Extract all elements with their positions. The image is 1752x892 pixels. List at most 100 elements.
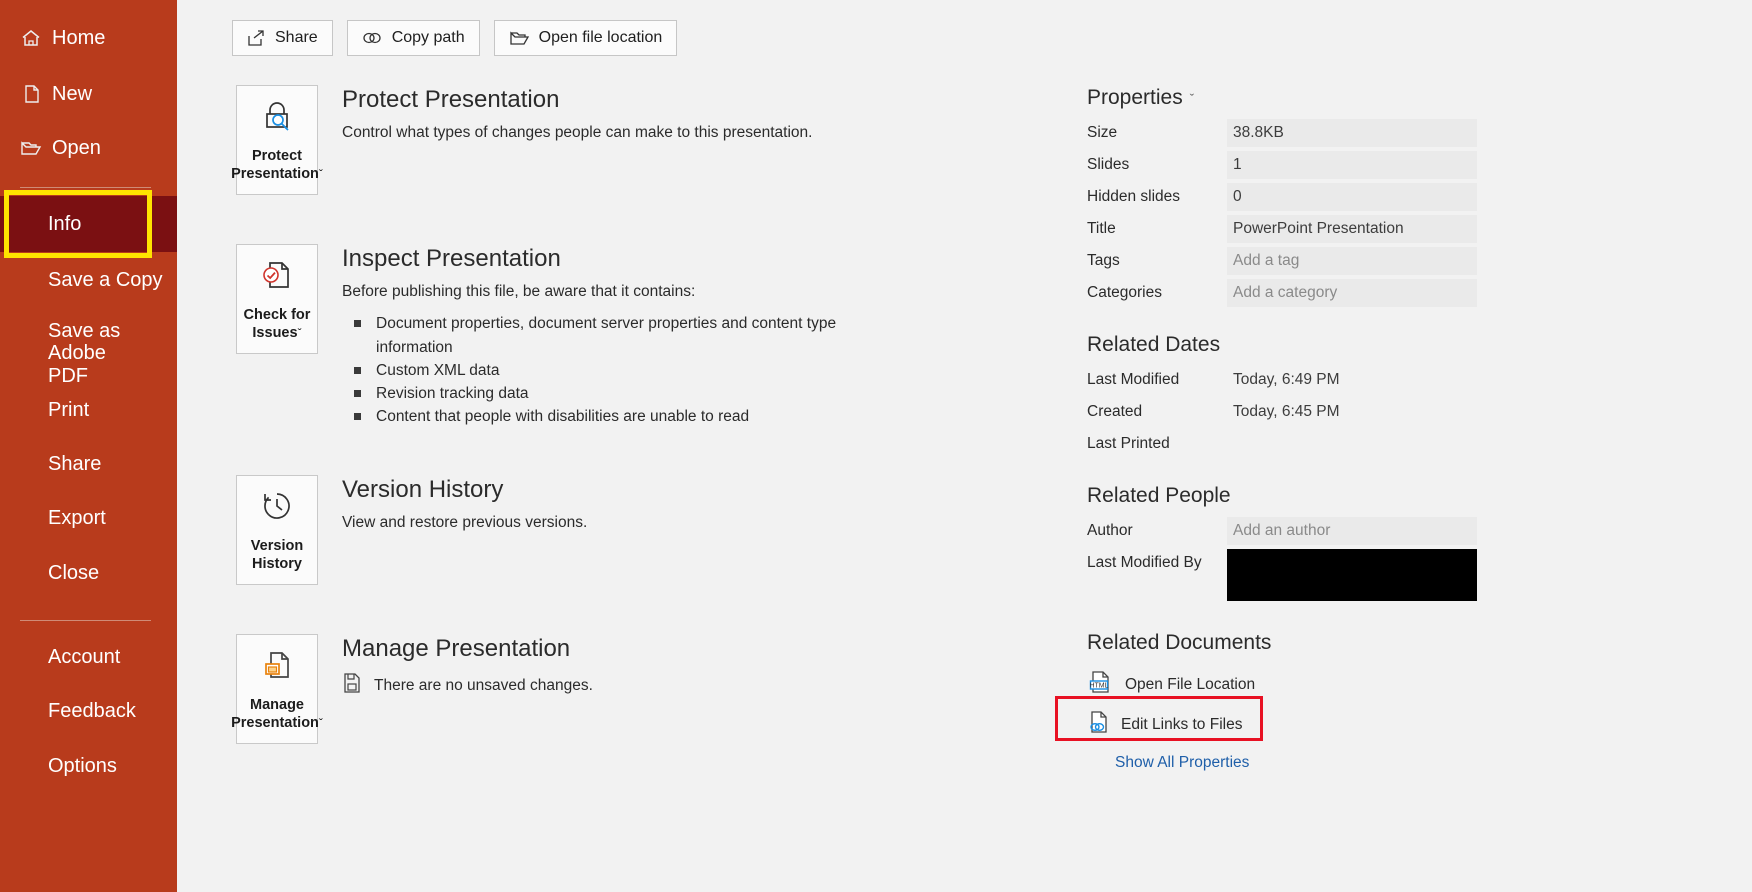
manage-presentation-button-caption: Manage Presentationˇ — [231, 697, 323, 732]
inspect-bullet-list: Document properties, document server pro… — [342, 312, 896, 428]
sidebar-item-home[interactable]: Home — [0, 14, 177, 62]
open-file-location-link-label: Open File Location — [1125, 676, 1255, 694]
property-key: Last Modified — [1087, 366, 1227, 389]
property-value: Today, 6:49 PM — [1227, 366, 1477, 394]
sidebar-item-label: Save as Adobe PDF — [48, 320, 177, 387]
property-value: Today, 6:45 PM — [1227, 398, 1477, 426]
sidebar-item-feedback[interactable]: Feedback — [0, 687, 177, 735]
property-row-categories: Categories Add a category — [1087, 279, 1477, 309]
protect-presentation-title: Protect Presentation — [342, 87, 812, 113]
sidebar-item-label: New — [52, 83, 92, 105]
sidebar-item-label: Save a Copy — [48, 269, 163, 291]
version-history-text: Version History View and restore previou… — [342, 475, 587, 585]
property-key: Title — [1087, 215, 1227, 238]
list-item: Revision tracking data — [342, 382, 896, 405]
home-icon — [14, 27, 48, 49]
html-file-icon: HTML — [1087, 668, 1115, 701]
protect-presentation-section: Protect Presentationˇ Protect Presentati… — [236, 85, 812, 195]
link-chain-icon — [362, 30, 383, 46]
copy-path-button[interactable]: Copy path — [347, 20, 480, 56]
inspect-presentation-section: Check for Issuesˇ Inspect Presentation B… — [236, 244, 896, 429]
chevron-down-icon: ˇ — [298, 326, 302, 340]
sidebar-item-new[interactable]: New — [0, 70, 177, 118]
chevron-down-icon: ˇ — [1190, 91, 1194, 106]
sidebar-item-open[interactable]: Open — [0, 124, 177, 172]
list-item: Document properties, document server pro… — [342, 312, 896, 359]
chevron-down-icon: ˇ — [319, 167, 323, 181]
check-for-issues-button[interactable]: Check for Issuesˇ — [236, 244, 318, 354]
list-item: Content that people with disabilities ar… — [342, 405, 896, 428]
manage-caption-text: Manage Presentation — [231, 697, 319, 731]
inspect-presentation-title: Inspect Presentation — [342, 246, 896, 272]
protect-presentation-button[interactable]: Protect Presentationˇ — [236, 85, 318, 195]
property-key: Last Modified By — [1087, 549, 1227, 572]
document-save-icon — [342, 672, 362, 699]
sidebar-item-close[interactable]: Close — [0, 549, 177, 597]
edit-links-to-files-label: Edit Links to Files — [1121, 716, 1242, 734]
property-key: Slides — [1087, 151, 1227, 174]
sidebar-item-label: Options — [48, 755, 117, 777]
folder-open-icon — [509, 30, 530, 47]
version-history-section: Version History Version History View and… — [236, 475, 587, 585]
version-history-button[interactable]: Version History — [236, 475, 318, 585]
date-row-created: Created Today, 6:45 PM — [1087, 398, 1477, 428]
sidebar-item-save-as-adobe-pdf[interactable]: Save as Adobe PDF — [0, 310, 177, 370]
document-link-icon — [1087, 709, 1111, 740]
properties-heading[interactable]: Properties ˇ — [1087, 86, 1477, 110]
property-value[interactable]: Add a category — [1227, 279, 1477, 307]
sidebar-item-label: Feedback — [48, 700, 136, 722]
show-all-properties-link[interactable]: Show All Properties — [1115, 754, 1477, 772]
properties-heading-label: Properties — [1087, 86, 1183, 110]
share-button[interactable]: Share — [232, 20, 333, 56]
property-key: Last Printed — [1087, 430, 1227, 453]
spacer — [1087, 311, 1477, 333]
sidebar-item-share[interactable]: Share — [0, 440, 177, 488]
date-row-last-modified: Last Modified Today, 6:49 PM — [1087, 366, 1477, 396]
property-value — [1227, 430, 1477, 449]
sidebar-item-options[interactable]: Options — [0, 742, 177, 790]
property-row-size: Size 38.8KB — [1087, 119, 1477, 149]
property-key: Hidden slides — [1087, 183, 1227, 206]
property-value[interactable]: 38.8KB — [1227, 119, 1477, 147]
protect-caption-text: Protect Presentation — [231, 148, 319, 182]
sidebar-item-account[interactable]: Account — [0, 633, 177, 681]
sidebar-item-info[interactable]: Info — [0, 196, 177, 252]
property-row-title: Title PowerPoint Presentation — [1087, 215, 1477, 245]
property-value[interactable]: PowerPoint Presentation — [1227, 215, 1477, 243]
property-value[interactable]: 1 — [1227, 151, 1477, 179]
lock-with-key-icon — [257, 96, 297, 141]
people-row-last-modified-by: Last Modified By — [1087, 549, 1477, 601]
list-item: Custom XML data — [342, 359, 896, 382]
manage-presentation-text: Manage Presentation There are no unsaved… — [342, 634, 593, 744]
check-for-issues-button-caption: Check for Issuesˇ — [244, 307, 311, 342]
spacer — [1087, 462, 1477, 484]
sidebar-item-export[interactable]: Export — [0, 494, 177, 542]
sidebar-item-save-a-copy[interactable]: Save a Copy — [0, 256, 177, 304]
manage-presentation-button[interactable]: Manage Presentationˇ — [236, 634, 318, 744]
property-row-tags: Tags Add a tag — [1087, 247, 1477, 277]
property-value[interactable]: 0 — [1227, 183, 1477, 211]
sidebar-item-print[interactable]: Print — [0, 386, 177, 434]
protect-presentation-text: Protect Presentation Control what types … — [342, 85, 812, 195]
sidebar-item-label: Close — [48, 562, 99, 584]
info-toolbar: Share Copy path Open file location — [232, 20, 677, 56]
unsaved-changes-text: There are no unsaved changes. — [374, 677, 593, 695]
version-history-description: View and restore previous versions. — [342, 513, 587, 534]
property-key: Author — [1087, 517, 1227, 540]
author-value[interactable]: Add an author — [1227, 517, 1477, 545]
document-check-icon — [258, 255, 296, 300]
spacer — [1087, 603, 1477, 625]
version-history-title: Version History — [342, 477, 587, 503]
open-file-location-button[interactable]: Open file location — [494, 20, 678, 56]
open-file-location-link[interactable]: HTML Open File Location — [1087, 664, 1477, 705]
property-row-slides: Slides 1 — [1087, 151, 1477, 181]
unsaved-changes-status: There are no unsaved changes. — [342, 672, 593, 699]
inspect-presentation-description: Before publishing this file, be aware th… — [342, 282, 896, 303]
date-row-last-printed: Last Printed — [1087, 430, 1477, 460]
property-value[interactable]: Add a tag — [1227, 247, 1477, 275]
sidebar-item-label: Open — [52, 137, 101, 159]
protect-presentation-description: Control what types of changes people can… — [342, 123, 812, 144]
chevron-down-icon: ˇ — [319, 716, 323, 730]
edit-links-to-files-link[interactable]: Edit Links to Files — [1087, 705, 1242, 744]
last-modified-by-redacted-value — [1227, 549, 1477, 601]
